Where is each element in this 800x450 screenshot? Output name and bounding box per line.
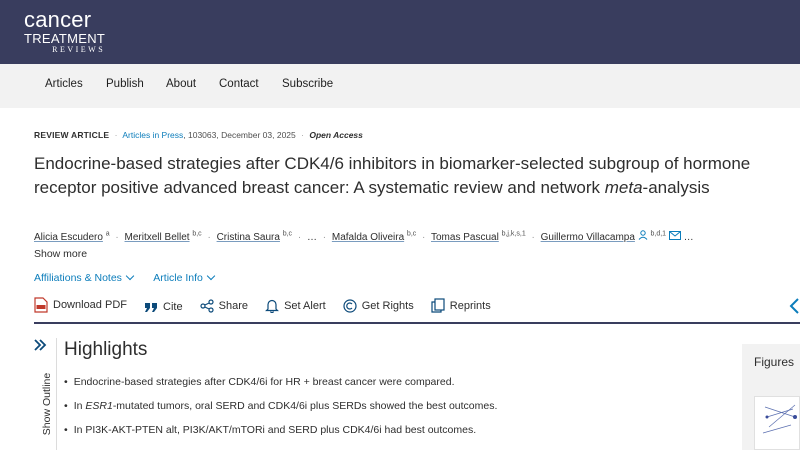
share-icon — [200, 299, 214, 313]
cite-label: Cite — [163, 301, 183, 313]
article-toolbar: Download PDF Cite Share Set Alert Get Ri… — [34, 297, 505, 317]
reprints-icon — [431, 298, 445, 313]
highlight-text-post: -mutated tumors, oral SERD and CDK4/6i p… — [112, 400, 498, 412]
article-links: Affiliations & Notes Article Info — [34, 271, 232, 284]
nav-about[interactable]: About — [166, 78, 196, 90]
article-type: REVIEW ARTICLE — [34, 130, 110, 140]
figures-heading: Figures — [754, 355, 795, 369]
cite-button[interactable]: Cite — [144, 301, 183, 313]
author-affiliation: b,c — [406, 230, 417, 238]
author-more-ellipsis[interactable]: … — [684, 232, 694, 243]
main-nav: Articles Publish About Contact Subscribe — [0, 64, 800, 108]
affiliations-notes-toggle[interactable]: Affiliations & Notes — [34, 271, 135, 284]
journal-logo[interactable]: cancer TREATMENT REVIEWS — [24, 9, 105, 54]
quote-icon — [145, 303, 158, 312]
site-header: cancer TREATMENT REVIEWS — [0, 0, 800, 64]
article-info-label: Article Info — [153, 272, 203, 284]
email-icon[interactable] — [668, 231, 684, 243]
highlight-item: In ESR1-mutated tumors, oral SERD and CD… — [64, 400, 498, 412]
highlight-item: In PI3K-AKT-PTEN alt, PI3K/AKT/mTORi and… — [64, 424, 476, 436]
author-list: Alicia Escudero a · Meritxell Bellet b,c… — [34, 230, 694, 243]
author-link[interactable]: Guillermo Villacampa — [541, 232, 635, 243]
nav-publish[interactable]: Publish — [106, 78, 144, 90]
set-alert-button[interactable]: Set Alert — [265, 298, 326, 313]
highlight-text-em: ESR1 — [85, 400, 113, 412]
highlight-text-pre: In — [73, 400, 86, 412]
author-affiliation: b,c — [282, 230, 293, 238]
author-link[interactable]: Alicia Escudero — [34, 232, 103, 243]
highlight-text: In PI3K-AKT-PTEN alt, PI3K/AKT/mTORi and… — [73, 424, 477, 436]
article-meta: REVIEW ARTICLE · Articles in Press, 1030… — [34, 130, 363, 140]
author-affiliation: b,j,k,s,1 — [501, 230, 526, 238]
toolbar-divider — [34, 322, 800, 324]
author-affiliation: a — [105, 230, 110, 238]
get-rights-label: Get Rights — [361, 300, 414, 312]
highlights-heading: Highlights — [64, 339, 148, 360]
double-chevron-right-icon[interactable] — [33, 338, 47, 352]
figure-thumbnail[interactable] — [754, 396, 800, 450]
logo-line-reviews: REVIEWS — [52, 45, 106, 54]
article-title: Endocrine-based strategies after CDK4/6 … — [34, 152, 754, 200]
author-link[interactable]: Meritxell Bellet — [125, 232, 190, 243]
author-affiliation: b,d,1 — [650, 230, 667, 238]
copyright-icon — [343, 299, 357, 313]
chevron-down-icon — [125, 271, 135, 281]
nav-subscribe[interactable]: Subscribe — [282, 78, 333, 90]
share-button[interactable]: Share — [200, 299, 248, 313]
author-link[interactable]: Tomas Pascual — [431, 232, 499, 243]
figure-thumbnail-graphic — [762, 404, 797, 434]
show-outline-label: Show Outline — [41, 372, 54, 436]
author-link[interactable]: Cristina Saura — [217, 232, 280, 243]
logo-line-cancer: cancer — [24, 7, 92, 32]
show-more-authors[interactable]: Show more — [34, 248, 87, 260]
articles-in-press-link[interactable]: Articles in Press — [122, 130, 183, 140]
person-icon — [638, 230, 651, 243]
title-text-em: meta — [604, 178, 643, 197]
figures-panel: Figures — [742, 344, 800, 450]
chevron-left-icon[interactable] — [788, 297, 800, 315]
highlight-text: Endocrine-based strategies after CDK4/6i… — [73, 376, 455, 388]
show-outline-button[interactable]: Show Outline — [28, 373, 64, 435]
nav-contact[interactable]: Contact — [219, 78, 259, 90]
nav-articles[interactable]: Articles — [45, 78, 83, 90]
article-info-toggle[interactable]: Article Info — [153, 271, 216, 284]
logo-line-treatment: TREATMENT — [24, 31, 106, 46]
reprints-button[interactable]: Reprints — [431, 298, 491, 313]
download-pdf-label: Download PDF — [53, 299, 127, 311]
affiliations-label: Affiliations & Notes — [34, 272, 122, 284]
reprints-label: Reprints — [449, 299, 491, 312]
highlight-item: Endocrine-based strategies after CDK4/6i… — [64, 376, 455, 388]
author-link[interactable]: Mafalda Oliveira — [332, 232, 404, 243]
article-id-date: , 103063, December 03, 2025 — [183, 130, 296, 140]
chevron-down-icon — [206, 271, 216, 281]
author-affiliation: b,c — [192, 230, 202, 238]
bell-icon — [265, 299, 280, 313]
share-label: Share — [218, 300, 249, 312]
pdf-icon — [34, 297, 48, 313]
outline-divider — [56, 338, 57, 450]
author-ellipsis: … — [306, 232, 317, 243]
download-pdf-button[interactable]: Download PDF — [34, 297, 127, 313]
get-rights-button[interactable]: Get Rights — [343, 299, 414, 313]
open-access-label: Open Access — [309, 130, 363, 140]
title-text-b: -analysis — [642, 178, 710, 197]
set-alert-label: Set Alert — [284, 299, 326, 312]
